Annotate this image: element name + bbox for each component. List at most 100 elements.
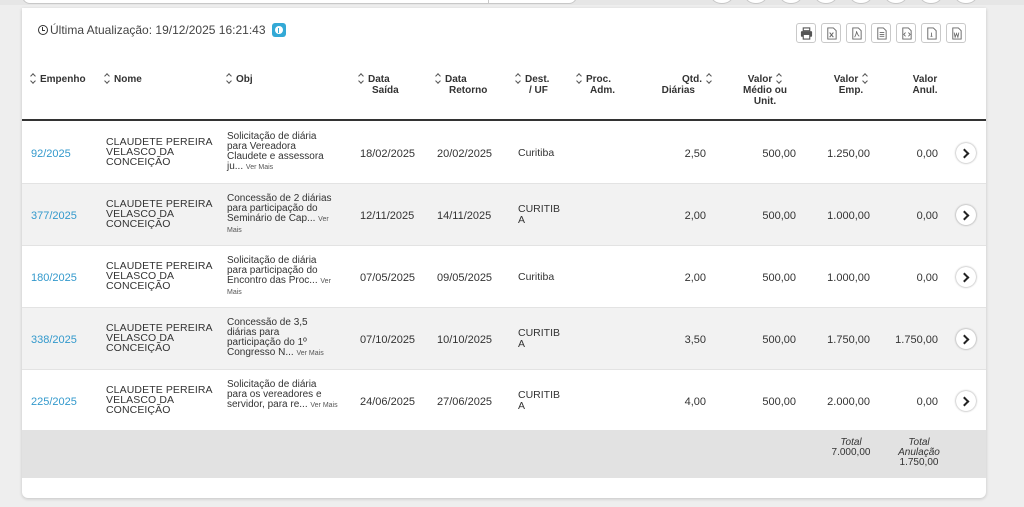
table-row[interactable]: 338/2025 CLAUDETE PEREIRA VELASCO DA CONCE… <box>22 308 986 370</box>
row-detail-button[interactable] <box>956 391 976 411</box>
print-button[interactable] <box>796 23 816 43</box>
sort-icon <box>706 74 712 83</box>
obj-cell: Concessão de 3,5 diárias para participação… <box>227 318 339 359</box>
word-icon <box>951 26 962 40</box>
export-excel-button[interactable] <box>821 23 841 43</box>
header-valor-emp[interactable]: Valor Emp. <box>820 74 882 96</box>
sort-icon <box>226 74 232 83</box>
data-retorno-cell: 09/05/2025 <box>437 272 493 284</box>
print-icon <box>800 26 812 40</box>
empenho-link[interactable]: 338/2025 <box>31 334 77 346</box>
dest-line: A <box>518 338 526 350</box>
pdf-icon <box>851 26 862 40</box>
table-row[interactable]: 225/2025 CLAUDETE PEREIRA VELASCO DA CONCE… <box>22 370 986 432</box>
nome-line: CONCEIÇÃO <box>106 280 171 292</box>
obj-cell: Concessão de 2 diárias para participação … <box>227 194 339 236</box>
obj-line: ju... <box>227 161 244 172</box>
qtd-cell: 3,50 <box>684 334 706 346</box>
data-saida-cell: 12/11/2025 <box>360 210 415 222</box>
nome-cell: CLAUDETE PEREIRA VELASCO DA CONCEIÇÃO <box>106 385 213 416</box>
valor-medio-cell: 500,00 <box>762 148 796 160</box>
valor-anul-cell: 0,00 <box>916 272 938 284</box>
empenho-link[interactable]: 180/2025 <box>31 272 77 284</box>
obj-line: servidor, para re... <box>227 399 308 410</box>
top-action-button[interactable] <box>955 0 977 4</box>
table-row[interactable]: 377/2025 CLAUDETE PEREIRA VELASCO DA CONCE… <box>22 184 986 246</box>
data-saida-cell: 24/06/2025 <box>360 396 416 408</box>
header-nome[interactable]: Nome <box>104 74 142 85</box>
header-qtd-diarias[interactable]: Qtd. Diárias <box>650 74 712 96</box>
ver-mais-link[interactable]: Ver Mais <box>310 402 337 409</box>
obj-line: Encontro das Proc... <box>227 275 318 286</box>
data-retorno-cell: 27/06/2025 <box>437 396 493 408</box>
ver-mais-link[interactable]: Ver Mais <box>296 350 323 357</box>
table-row[interactable]: 92/2025 CLAUDETE PEREIRA VELASCO DA CONCEI… <box>22 122 986 184</box>
top-action-button[interactable] <box>920 0 942 4</box>
header-dest-uf[interactable]: Dest. / UF <box>515 74 549 96</box>
top-action-button[interactable] <box>745 0 767 4</box>
valor-anul-cell: 0,00 <box>916 210 938 222</box>
header-empenho[interactable]: Empenho <box>30 74 86 85</box>
table-row[interactable]: 180/2025 CLAUDETE PEREIRA VELASCO DA CONCE… <box>22 246 986 308</box>
top-action-button[interactable] <box>711 0 733 4</box>
valor-emp-cell: 1.750,00 <box>827 334 870 346</box>
nome-line: CONCEIÇÃO <box>106 342 171 354</box>
row-detail-button[interactable] <box>956 205 976 225</box>
header-data-saida[interactable]: Data Saída <box>358 74 399 96</box>
csv-icon <box>876 26 887 40</box>
valor-anul-cell: 1.750,00 <box>895 334 938 346</box>
data-saida-cell: 07/10/2025 <box>360 334 416 346</box>
valor-emp-cell: 1.000,00 <box>827 210 870 222</box>
diarias-panel: Última Atualização: 19/12/2025 16:21:43 … <box>22 8 986 498</box>
sort-icon <box>30 74 36 83</box>
top-action-button[interactable] <box>815 0 837 4</box>
data-retorno-cell: 10/10/2025 <box>437 334 493 346</box>
export-xml-button[interactable] <box>896 23 916 43</box>
sort-icon <box>862 74 868 83</box>
export-pdf-button[interactable] <box>846 23 866 43</box>
dest-line: Curitiba <box>518 147 555 159</box>
header-data-retorno[interactable]: Data Retorno <box>435 74 487 96</box>
row-detail-button[interactable] <box>956 143 976 163</box>
empenho-link[interactable]: 92/2025 <box>31 148 71 160</box>
top-action-button[interactable] <box>885 0 907 4</box>
qtd-cell: 2,50 <box>684 148 706 160</box>
valor-anul-cell: 0,00 <box>916 396 938 408</box>
empenho-link[interactable]: 377/2025 <box>31 210 77 222</box>
export-json-button[interactable] <box>921 23 941 43</box>
header-proc-adm[interactable]: Proc. Adm. <box>576 74 615 96</box>
row-detail-button[interactable] <box>956 329 976 349</box>
header-valor-anul: Valor Anul. <box>912 74 938 96</box>
obj-line: Seminário de Cap... <box>227 213 316 224</box>
nome-cell: CLAUDETE PEREIRA VELASCO DA CONCEIÇÃO <box>106 261 213 292</box>
info-icon[interactable] <box>271 23 286 37</box>
top-action-button[interactable] <box>850 0 872 4</box>
dest-line: A <box>518 214 526 226</box>
data-saida-cell: 07/05/2025 <box>360 272 416 284</box>
data-retorno-cell: 14/11/2025 <box>437 210 492 222</box>
top-action-button[interactable] <box>780 0 802 4</box>
valor-medio-cell: 500,00 <box>762 334 796 346</box>
dest-cell: Curitiba <box>518 272 554 283</box>
row-detail-button[interactable] <box>956 267 976 287</box>
export-word-button[interactable] <box>946 23 966 43</box>
search-bar[interactable] <box>22 0 577 4</box>
valor-emp-cell: 1.250,00 <box>827 148 870 160</box>
empenho-link[interactable]: 225/2025 <box>31 396 77 408</box>
data-retorno-cell: 20/02/2025 <box>437 148 493 160</box>
header-valor-medio[interactable]: Valor Médio ou Unit. <box>722 74 808 107</box>
sort-icon <box>515 74 521 83</box>
obj-line: Congresso N... <box>227 347 294 358</box>
export-toolbar <box>796 23 966 43</box>
nome-line: CONCEIÇÃO <box>106 156 171 168</box>
xml-icon <box>901 26 912 40</box>
dest-cell: CURITIB A <box>518 204 560 226</box>
obj-cell: Solicitação de diária para os vereadores … <box>227 380 339 411</box>
qtd-cell: 2,00 <box>684 210 706 222</box>
sort-icon <box>358 74 364 83</box>
nome-line: CONCEIÇÃO <box>106 218 171 230</box>
valor-anul-cell: 0,00 <box>916 148 938 160</box>
header-obj[interactable]: Obj <box>226 74 253 85</box>
ver-mais-link[interactable]: Ver Mais <box>246 164 273 171</box>
export-csv-button[interactable] <box>871 23 891 43</box>
